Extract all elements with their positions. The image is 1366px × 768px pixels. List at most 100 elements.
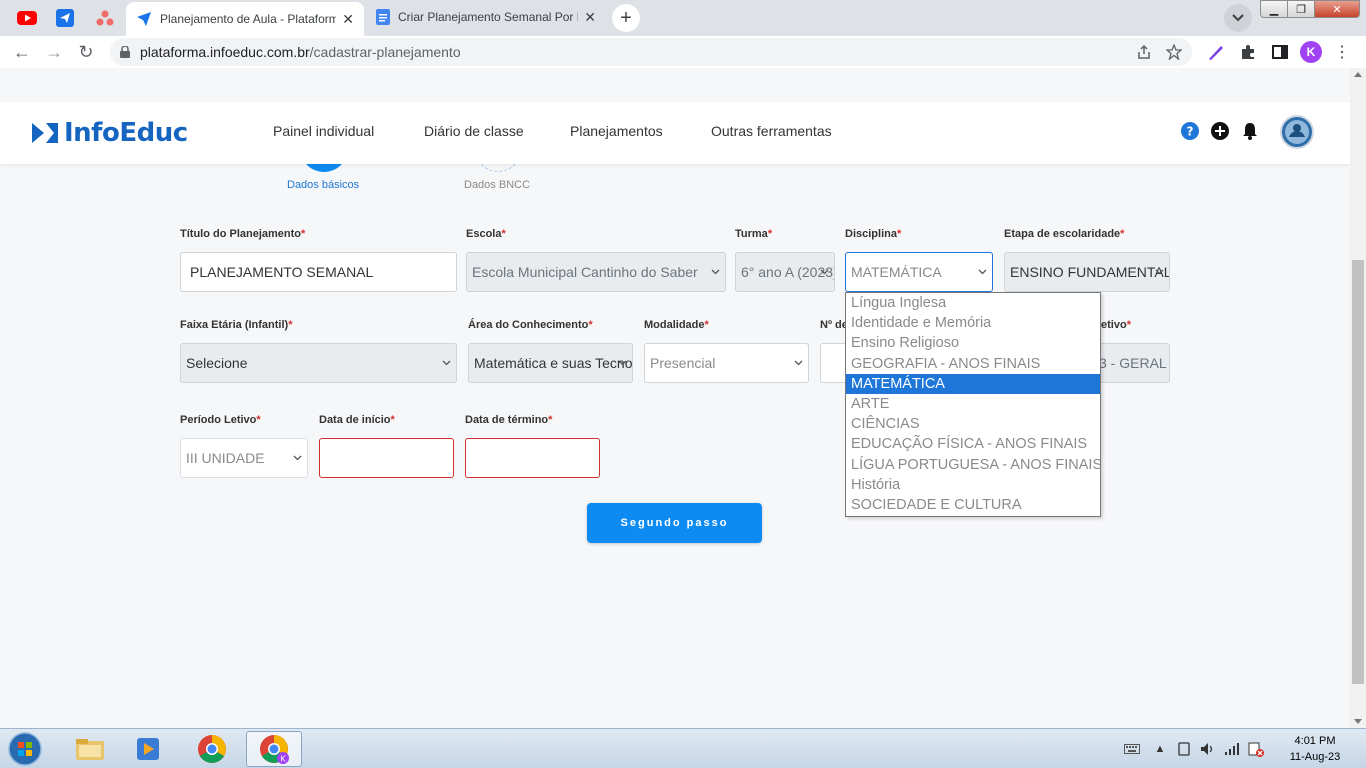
titulo-value: PLANEJAMENTO SEMANAL <box>190 264 374 280</box>
tab-title: Criar Planejamento Semanal Por Disciplin… <box>398 10 578 24</box>
disciplina-select[interactable]: MATEMÁTICA <box>845 252 993 292</box>
chevron-down-icon <box>792 357 804 369</box>
bell-icon[interactable] <box>1240 121 1260 141</box>
required-mark: * <box>704 319 709 331</box>
start-button[interactable] <box>6 731 44 767</box>
close-icon: ✕ <box>1332 3 1342 16</box>
disciplina-option[interactable]: CIÊNCIAS <box>846 414 1100 434</box>
chevron-down-icon <box>1232 14 1244 22</box>
titulo-label: Título do Planejamento* <box>180 228 305 240</box>
arrow-left-icon: ← <box>13 41 31 62</box>
periodo-value: III UNIDADE <box>186 450 265 466</box>
help-icon[interactable]: ? <box>1180 121 1200 141</box>
svg-text:?: ? <box>1187 125 1194 139</box>
brand-name: InfoEduc <box>64 118 188 148</box>
disciplina-label: Disciplina* <box>845 228 901 240</box>
modalidade-select[interactable]: Presencial <box>644 343 809 383</box>
volume-icon[interactable] <box>1200 741 1216 757</box>
required-mark: * <box>288 319 293 331</box>
disciplina-option[interactable]: Identidade e Memória <box>846 313 1100 333</box>
disciplina-label-text: Disciplina <box>845 228 897 240</box>
faixa-select[interactable]: Selecione <box>180 343 457 383</box>
taskbar-media-player[interactable] <box>120 731 176 767</box>
back-button[interactable]: ← <box>10 40 34 64</box>
disciplina-option[interactable]: ARTE <box>846 394 1100 414</box>
minimize-button[interactable]: ▁ <box>1260 0 1288 18</box>
reload-button[interactable]: ↻ <box>74 40 98 64</box>
required-mark: * <box>1120 228 1125 240</box>
keyboard-icon[interactable] <box>1124 741 1140 757</box>
trello-pinned-tab[interactable] <box>46 4 84 32</box>
data-termino-input[interactable] <box>465 438 600 478</box>
data-inicio-label: Data de início* <box>319 414 395 426</box>
disciplina-value: MATEMÁTICA <box>851 264 942 280</box>
etapa-select[interactable]: ENSINO FUNDAMENTAL <box>1004 252 1170 292</box>
asana-pinned-tab[interactable] <box>86 4 124 32</box>
nav-diario-de-classe[interactable]: Diário de classe <box>424 123 524 139</box>
address-bar[interactable]: plataforma.infoeduc.com.br/cadastrar-pla… <box>110 38 1192 66</box>
turma-select[interactable]: 6° ano A (2023) <box>735 252 835 292</box>
tab-search-button[interactable] <box>1224 4 1252 32</box>
bookmark-star-icon[interactable] <box>1164 42 1184 62</box>
quill-extension-icon[interactable] <box>1206 42 1226 62</box>
tab-planejamento[interactable]: Planejamento de Aula - Plataforma InfoEd… <box>126 2 364 36</box>
required-mark: * <box>548 414 553 426</box>
brand-logo[interactable]: InfoEduc <box>32 118 188 148</box>
data-termino-label: Data de término* <box>465 414 552 426</box>
show-hidden-icons-icon[interactable]: ▲ <box>1152 741 1168 757</box>
close-icon[interactable]: ✕ <box>584 9 596 26</box>
forward-button[interactable]: → <box>42 40 66 64</box>
user-avatar[interactable] <box>1280 115 1314 149</box>
faixa-label: Faixa Etária (Infantil)* <box>180 319 292 331</box>
avatar-image-icon <box>1285 120 1309 144</box>
close-window-button[interactable]: ✕ <box>1314 0 1360 18</box>
disciplina-option[interactable]: LÍGUA PORTUGUESA - ANOS FINAIS <box>846 455 1100 475</box>
system-clock[interactable]: 4:01 PM 11-Aug-23 <box>1282 733 1348 765</box>
titulo-input[interactable]: PLANEJAMENTO SEMANAL <box>180 252 457 292</box>
segundo-passo-button[interactable]: Segundo passo <box>587 503 762 543</box>
scrollbar-thumb[interactable] <box>1352 260 1364 684</box>
maximize-button[interactable]: ❐ <box>1287 0 1315 18</box>
nav-outras-ferramentas[interactable]: Outras ferramentas <box>711 123 832 139</box>
required-mark: * <box>256 414 261 426</box>
browser-menu-icon[interactable]: ⋮ <box>1332 42 1352 62</box>
step-1-label: Dados básicos <box>287 179 360 191</box>
profile-avatar[interactable]: K <box>1300 41 1322 63</box>
taskbar-chrome-profile[interactable]: K <box>246 731 302 767</box>
escola-select[interactable]: Escola Municipal Cantinho do Saber <box>466 252 726 292</box>
taskbar-explorer[interactable] <box>62 731 118 767</box>
taskbar-chrome[interactable] <box>184 731 240 767</box>
disciplina-dropdown-list[interactable]: Língua Inglesa Identidade e Memória Ensino… <box>845 292 1101 517</box>
close-icon[interactable]: ✕ <box>342 11 354 28</box>
youtube-pinned-tab[interactable] <box>8 4 46 32</box>
chrome-icon <box>198 735 226 763</box>
disciplina-option[interactable]: Língua Inglesa <box>846 293 1100 313</box>
chevron-down-icon <box>818 266 830 278</box>
device-icon[interactable] <box>1176 741 1192 757</box>
nav-painel-individual[interactable]: Painel individual <box>273 123 374 139</box>
extensions-puzzle-icon[interactable] <box>1238 42 1258 62</box>
disciplina-option[interactable]: Ensino Religioso <box>846 333 1100 353</box>
tab-criar-planejamento[interactable]: Criar Planejamento Semanal Por Disciplin… <box>366 2 606 32</box>
periodo-select[interactable]: III UNIDADE <box>180 438 308 478</box>
disciplina-option[interactable]: MATEMÁTICA <box>846 373 1100 394</box>
add-icon[interactable] <box>1210 121 1230 141</box>
side-panel-icon[interactable] <box>1270 42 1290 62</box>
disciplina-option[interactable]: SOCIEDADE E CULTURA <box>846 495 1100 515</box>
share-icon[interactable] <box>1134 42 1154 62</box>
area-select[interactable]: Matemática e suas Tecnologias <box>468 343 633 383</box>
nav-planejamentos[interactable]: Planejamentos <box>570 123 663 139</box>
action-center-icon[interactable] <box>1248 741 1264 757</box>
network-signal-icon[interactable] <box>1224 741 1240 757</box>
page-scrollbar[interactable] <box>1350 68 1366 728</box>
new-tab-button[interactable]: + <box>612 4 640 32</box>
required-mark: * <box>588 319 593 331</box>
disciplina-option[interactable]: EDUCAÇÃO FÍSICA - ANOS FINAIS <box>846 434 1100 454</box>
disciplina-option[interactable]: História <box>846 475 1100 495</box>
scroll-down-icon[interactable] <box>1354 719 1362 724</box>
required-mark: * <box>301 228 306 240</box>
scroll-up-icon[interactable] <box>1354 72 1362 77</box>
data-inicio-input[interactable] <box>319 438 454 478</box>
disciplina-option[interactable]: GEOGRAFIA - ANOS FINAIS <box>846 354 1100 374</box>
ano-letivo-value: 3 - GERAL <box>1099 355 1167 371</box>
